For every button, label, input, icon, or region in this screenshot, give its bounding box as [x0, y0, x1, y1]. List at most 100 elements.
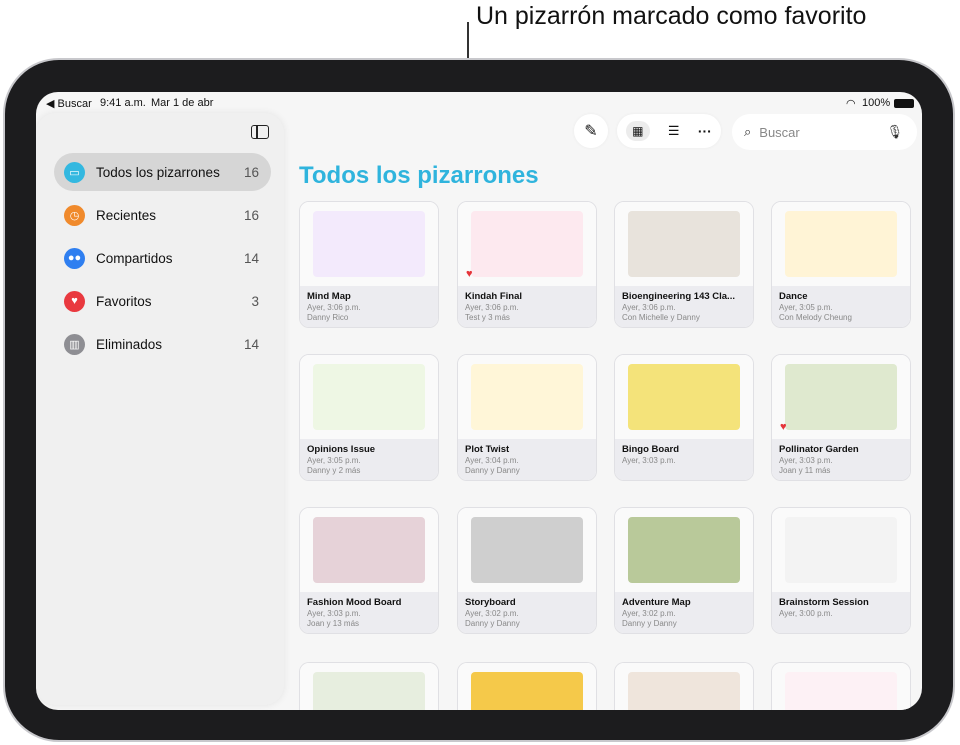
board-thumbnail [615, 202, 753, 286]
board-card[interactable]: Bioengineering 143 Cla...Ayer, 3:06 p.m.… [614, 201, 754, 328]
microphone-icon[interactable]: 🎙 [886, 124, 903, 140]
board-participants: Danny y 2 más [307, 466, 431, 475]
board-card[interactable]: DanceAyer, 3:05 p.m.Con Melody Cheung [771, 201, 911, 328]
board-card[interactable]: Mind MapAyer, 3:06 p.m.Danny Rico [299, 201, 439, 328]
screen: ◀ Buscar 9:41 a.m. Mar 1 de abr ◠ 100% ▭… [36, 92, 922, 710]
sidebar-item-eliminados[interactable]: ▥Eliminados14 [54, 325, 271, 363]
board-name: Opinions Issue [307, 444, 431, 455]
trash-icon: ▥ [64, 334, 85, 355]
board-info: Pollinator GardenAyer, 3:03 p.m.Joan y 1… [772, 439, 910, 481]
board-thumbnail [772, 663, 910, 710]
board-date: Ayer, 3:04 p.m. [465, 456, 589, 465]
favorite-heart-icon: ♥ [780, 421, 787, 433]
board-info: Bioengineering 143 Cla...Ayer, 3:06 p.m.… [615, 286, 753, 328]
board-date: Ayer, 3:06 p.m. [622, 303, 746, 312]
board-thumbnail [772, 508, 910, 592]
board-card[interactable]: Fashion Mood BoardAyer, 3:03 p.m.Joan y … [299, 507, 439, 634]
board-thumbnail [458, 355, 596, 439]
board-card[interactable]: ♥ Pollinator GardenAyer, 3:03 p.m.Joan y … [771, 354, 911, 481]
sidebar-item-count: 14 [244, 251, 259, 266]
board-card[interactable]: Adventure MapAyer, 3:02 p.m.Danny y Dann… [614, 507, 754, 634]
board-thumbnail [300, 663, 438, 710]
board-info: Mind MapAyer, 3:06 p.m.Danny Rico [300, 286, 438, 328]
board-participants: Con Melody Cheung [779, 313, 903, 322]
sidebar-item-compartidos[interactable]: ●●Compartidos14 [54, 239, 271, 277]
board-participants: Joan y 11 más [779, 466, 903, 475]
board-info: Kindah FinalAyer, 3:06 p.m.Test y 3 más [458, 286, 596, 328]
sidebar-item-count: 3 [251, 294, 259, 309]
sidebar-item-label: Recientes [96, 208, 244, 223]
board-thumbnail [772, 202, 910, 286]
search-field[interactable]: ⌕ Buscar 🎙 [732, 114, 917, 150]
board-date: Ayer, 3:03 p.m. [307, 609, 431, 618]
board-name: Fashion Mood Board [307, 597, 431, 608]
sidebar-item-favoritos[interactable]: ♥ Favoritos3 [54, 282, 271, 320]
board-name: Brainstorm Session [779, 597, 903, 608]
board-info: Plot TwistAyer, 3:04 p.m.Danny y Danny [458, 439, 596, 481]
board-card[interactable]: Opinions IssueAyer, 3:05 p.m.Danny y 2 m… [299, 354, 439, 481]
board-info: StoryboardAyer, 3:02 p.m.Danny y Danny [458, 592, 596, 634]
board-card[interactable] [771, 662, 911, 710]
sidebar-item-label: Todos los pizarrones [96, 165, 244, 180]
sidebar-toggle-icon[interactable] [251, 125, 269, 139]
board-name: Storyboard [465, 597, 589, 608]
board-date: Ayer, 3:06 p.m. [465, 303, 589, 312]
board-info: DanceAyer, 3:05 p.m.Con Melody Cheung [772, 286, 910, 328]
favorite-heart-icon: ♥ [466, 268, 473, 280]
board-name: Pollinator Garden [779, 444, 903, 455]
heart-icon: ♥ [64, 291, 85, 312]
back-to-search[interactable]: ◀ Buscar [46, 97, 92, 110]
wifi-icon: ◠ [846, 97, 856, 110]
sidebar-item-count: 16 [244, 208, 259, 223]
board-card[interactable] [614, 662, 754, 710]
sidebar-item-label: Compartidos [96, 251, 244, 266]
sidebar-item-label: Favoritos [96, 294, 251, 309]
board-info: Bingo BoardAyer, 3:03 p.m. [615, 439, 753, 481]
board-card[interactable] [299, 662, 439, 710]
board-date: Ayer, 3:05 p.m. [307, 456, 431, 465]
board-thumbnail [615, 663, 753, 710]
compose-icon: ✎ [584, 121, 597, 141]
board-date: Ayer, 3:02 p.m. [622, 609, 746, 618]
board-info: Fashion Mood BoardAyer, 3:03 p.m.Joan y … [300, 592, 438, 634]
board-date: Ayer, 3:05 p.m. [779, 303, 903, 312]
sidebar: ▭ Todos los pizarrones 16◷ Recientes16 ●●Com… [36, 113, 284, 705]
search-placeholder: Buscar [759, 125, 886, 140]
more-icon[interactable]: ··· [698, 123, 712, 139]
board-info: Opinions IssueAyer, 3:05 p.m.Danny y 2 m… [300, 439, 438, 481]
board-participants: Danny y Danny [622, 619, 746, 628]
board-participants: Danny y Danny [465, 619, 589, 628]
board-info: Adventure MapAyer, 3:02 p.m.Danny y Dann… [615, 592, 753, 634]
board-card[interactable]: StoryboardAyer, 3:02 p.m.Danny y Danny [457, 507, 597, 634]
board-card[interactable]: ♥ Kindah FinalAyer, 3:06 p.m.Test y 3 más [457, 201, 597, 328]
board-participants: Con Michelle y Danny [622, 313, 746, 322]
board-thumbnail [615, 355, 753, 439]
clock-icon: ◷ [64, 205, 85, 226]
board-card[interactable]: Brainstorm SessionAyer, 3:00 p.m. [771, 507, 911, 634]
boards-icon: ▭ [64, 162, 85, 183]
board-name: Dance [779, 291, 903, 302]
status-time: 9:41 a.m. [100, 97, 146, 109]
sidebar-item-recientes[interactable]: ◷ Recientes16 [54, 196, 271, 234]
board-card[interactable]: Bingo BoardAyer, 3:03 p.m. [614, 354, 754, 481]
new-board-button[interactable]: ✎ [574, 114, 608, 148]
board-participants: Danny y Danny [465, 466, 589, 475]
board-date: Ayer, 3:03 p.m. [779, 456, 903, 465]
grid-view-icon[interactable]: ▦ [626, 121, 649, 141]
board-card[interactable] [457, 662, 597, 710]
board-participants: Test y 3 más [465, 313, 589, 322]
sidebar-item-label: Eliminados [96, 337, 244, 352]
board-participants: Joan y 13 más [307, 619, 431, 628]
battery-icon [894, 99, 914, 108]
sidebar-item-todos-los-pizarrones[interactable]: ▭Todos los pizarrones16 [54, 153, 271, 191]
list-view-icon[interactable]: ☰ [668, 123, 680, 139]
board-thumbnail [300, 355, 438, 439]
board-thumbnail [458, 663, 596, 710]
board-card[interactable]: Plot TwistAyer, 3:04 p.m.Danny y Danny [457, 354, 597, 481]
board-name: Adventure Map [622, 597, 746, 608]
board-name: Bioengineering 143 Cla... [622, 291, 746, 302]
board-date: Ayer, 3:03 p.m. [622, 456, 746, 465]
board-thumbnail [300, 202, 438, 286]
board-thumbnail [615, 508, 753, 592]
board-name: Mind Map [307, 291, 431, 302]
